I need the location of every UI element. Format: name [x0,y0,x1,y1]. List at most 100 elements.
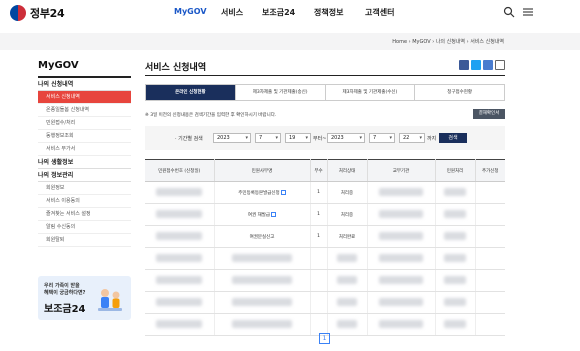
service-name[interactable]: 여권분실신고 [250,235,275,240]
redacted-agency [379,231,423,240]
period-search: · 기간별 검색 2023 7 19 부터~ 2023 7 22 까지 검색 [145,126,505,150]
table-header-row: 민원접수번호 (신청일) 민원사무명 부수 처리상태 교부기관 민원처리 추가신… [145,159,505,182]
sidebar-item-service-applications[interactable]: 서비스 신청내역 [38,91,131,104]
external-link-icon[interactable] [280,189,286,195]
from-suffix: 부터~ [313,136,327,142]
twitter-icon[interactable] [471,60,481,70]
government-emblem-icon [10,5,26,21]
tab-third-party-received[interactable]: 제3자제출 및 기관제출(수신) [325,85,416,100]
col-service-name: 민원사무명 [214,159,311,182]
table-row [145,247,505,270]
redacted-agency [379,209,423,218]
table-row: 주민등록등본발급신청 1 처리중 [145,181,505,204]
breadcrumb-mygov[interactable]: MyGOV [412,39,430,45]
sidebar-item-info-lookup[interactable]: 동행정보조회 [38,130,131,143]
redacted-status [337,253,357,262]
nav-subsidy24[interactable]: 보조금24 [262,7,295,18]
external-link-icon[interactable] [271,211,277,217]
redacted-processing [444,209,466,218]
sidebar-section-my-info[interactable]: 나의 정보관리 [38,169,131,182]
family-illustration-icon [98,289,122,311]
redacted-processing [444,253,466,262]
sidebar-section-life-info[interactable]: 나의 생활정보 [38,156,131,169]
nav-services[interactable]: 서비스 [221,7,243,18]
nav-customer-center[interactable]: 고객센터 [365,7,394,18]
subsidy24-banner[interactable]: 우리 가족이 받을 혜택이 궁금하다면? 보조금24 [38,276,131,320]
redacted-receipt-no [156,297,203,306]
tab-bar: 온라인 신청현황 제3자제출 및 기관제출(송신) 제3자제출 및 기관제출(수… [145,84,505,101]
to-suffix: 까지 [427,136,437,142]
copies: 1 [310,203,328,226]
col-receipt-no: 민원접수번호 (신청일) [145,159,215,182]
sidebar-item-childcare[interactable]: 온종일돌봄 신청내역 [38,104,131,117]
banner-line1: 우리 가족이 받을 [44,283,80,289]
nav-mygov[interactable]: MyGOV [174,7,207,16]
page-title: 서비스 신청내역 [145,63,207,73]
period-search-label: · 기간별 검색 [175,136,203,142]
sidebar-item-withdraw[interactable]: 회원탈퇴 [38,234,131,247]
payment-confirmation-button[interactable]: 결재확인서 [473,109,505,119]
redacted-agency [379,275,423,284]
sidebar-title: MyGOV [38,60,79,71]
redacted-receipt-no [156,209,203,218]
to-year-select[interactable]: 2023 [327,133,365,143]
breadcrumb-home[interactable]: Home [392,39,407,45]
divider [145,75,505,76]
sidebar-item-extra[interactable]: 서비스 부가서 [38,143,131,156]
status: 처리중 [327,181,368,204]
sidebar-item-favorites[interactable]: 즐겨찾는 서비스 설정 [38,208,131,221]
sidebar-item-notifications[interactable]: 알림 수신동의 [38,221,131,234]
redacted-status [337,297,357,306]
breadcrumb-my-applications[interactable]: 나의 신청내역 [436,39,465,45]
banner-line3: 보조금24 [44,304,86,315]
status: 처리완료 [327,225,368,248]
sidebar-item-civil-petition[interactable]: 민원접수/처리 [38,117,131,130]
redacted-processing [444,231,466,240]
redacted-service-name [232,297,292,306]
sidebar-item-consent[interactable]: 서비스 이용동의 [38,195,131,208]
breadcrumb-current: 서비스 신청내역 [470,39,504,45]
to-day-select[interactable]: 22 [399,133,425,143]
redacted-receipt-no [156,253,203,262]
to-month-select[interactable]: 7 [369,133,395,143]
facebook-icon[interactable] [459,60,469,70]
redacted-service-name [232,253,292,262]
redacted-processing [444,187,466,196]
sidebar-item-member-info[interactable]: 회원정보 [38,182,131,195]
col-copies: 부수 [310,159,328,182]
redacted-agency [379,297,423,306]
table-row [145,291,505,314]
service-name[interactable]: 여권 재발급 [248,213,270,218]
redacted-agency [379,319,423,328]
sidebar-section-applications[interactable]: 나의 신청내역 [38,78,131,91]
menu-icon[interactable] [522,6,534,18]
col-processing: 민원처리 [435,159,476,182]
tab-online-applications[interactable]: 온라인 신청현황 [146,85,236,100]
logo-text: 정부24 [30,7,65,20]
copies: 1 [310,225,328,248]
redacted-processing [444,319,466,328]
sidebar: MyGOV 나의 신청내역 서비스 신청내역 온종일돌봄 신청내역 민원접수/처… [38,60,131,247]
breadcrumb: Home › MyGOV › 나의 신청내역 › 서비스 신청내역 [392,38,504,45]
from-day-select[interactable]: 19 [285,133,311,143]
applications-table: 민원접수번호 (신청일) 민원사무명 부수 처리상태 교부기관 민원처리 추가신… [145,159,505,336]
table-row: 여권 재발급 1 처리중 [145,203,505,226]
nav-policy-info[interactable]: 정책정보 [314,7,343,18]
redacted-receipt-no [156,275,203,284]
from-month-select[interactable]: 7 [255,133,281,143]
print-icon[interactable] [495,60,505,70]
search-icon[interactable] [503,6,515,18]
tab-third-party-sent[interactable]: 제3자제출 및 기관제출(송신) [235,85,326,100]
col-issuing-agency: 교부기관 [367,159,436,182]
from-year-select[interactable]: 2023 [213,133,251,143]
link-share-icon[interactable] [483,60,493,70]
redacted-status [337,275,357,284]
search-button[interactable]: 검색 [439,133,467,143]
pagination-page[interactable]: 1 [319,333,330,344]
redacted-agency [379,187,423,196]
site-logo[interactable]: 정부24 [10,5,65,21]
redacted-service-name [232,275,292,284]
service-name[interactable]: 주민등록등본발급신청 [238,191,279,196]
tab-claims[interactable]: 청구접수현황 [415,85,504,100]
redacted-receipt-no [156,187,203,196]
